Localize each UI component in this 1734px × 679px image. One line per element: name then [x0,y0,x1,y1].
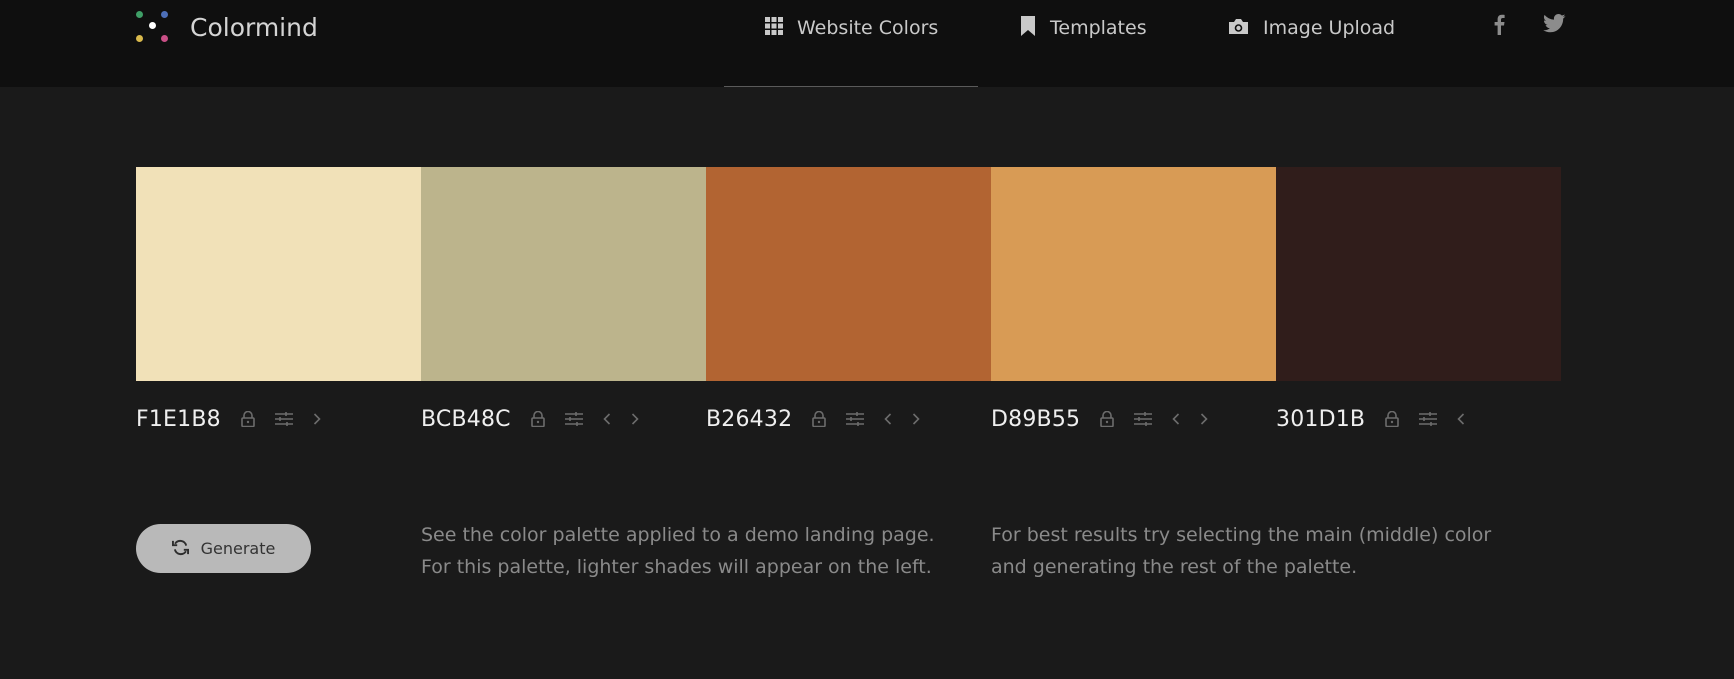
swatch-4[interactable] [991,167,1276,381]
palette-cell-1: F1E1B8 [136,402,421,436]
chevron-right-icon[interactable] [912,413,920,425]
adjust-sliders-icon[interactable] [1419,412,1438,426]
tip-note-line-2: and generating the rest of the palette. [991,556,1358,578]
palette-cell-4: D89B55 [991,402,1276,436]
chevron-right-icon[interactable] [313,413,321,425]
lock-icon[interactable] [1385,411,1400,427]
chevron-left-icon[interactable] [1172,413,1180,425]
chevron-left-icon[interactable] [1457,413,1465,425]
camera-icon [1228,18,1249,39]
demo-note-line-2: For this palette, lighter shades will ap… [421,556,932,578]
nav-templates-label: Templates [1050,17,1147,39]
tip-note-line-1: For best results try selecting the main … [991,524,1492,546]
chevron-left-icon[interactable] [884,413,892,425]
chevron-right-icon[interactable] [1200,413,1208,425]
generate-button[interactable]: Generate [136,524,311,573]
grid-icon [765,17,783,39]
twitter-link[interactable] [1543,14,1566,36]
app-name: Colormind [190,12,318,42]
nav-website-colors-label: Website Colors [797,17,939,39]
swatch-2[interactable] [421,167,706,381]
palette-cell-2: BCB48C [421,402,706,436]
nav-image-upload[interactable]: Image Upload [1228,0,1395,56]
twitter-icon [1543,14,1566,33]
swatch-5[interactable] [1276,167,1561,381]
active-nav-underline [724,86,978,87]
logo[interactable]: Colormind [134,8,318,46]
palette-swatches [136,167,1561,381]
tip-note: For best results try selecting the main … [991,519,1491,583]
palette-cell-5: 301D1B [1276,402,1561,436]
generate-button-label: Generate [200,539,276,558]
chevron-right-icon[interactable] [631,413,639,425]
adjust-sliders-icon[interactable] [846,412,865,426]
hex-value[interactable]: D89B55 [991,407,1080,432]
lock-icon[interactable] [1100,411,1115,427]
hex-value[interactable]: 301D1B [1276,407,1365,432]
adjust-sliders-icon[interactable] [564,412,583,426]
bookmark-icon [1020,16,1036,40]
demo-note-line-1: See the color palette applied to a demo … [421,524,935,546]
lock-icon[interactable] [812,411,827,427]
refresh-icon [171,539,189,559]
hex-value[interactable]: B26432 [706,407,792,432]
hex-value[interactable]: BCB48C [421,407,511,432]
nav-website-colors[interactable]: Website Colors [765,0,938,56]
demo-note: See the color palette applied to a demo … [421,519,935,583]
adjust-sliders-icon[interactable] [274,412,293,426]
colormind-logo-icon [134,8,172,46]
hex-value[interactable]: F1E1B8 [136,407,221,432]
palette-controls: F1E1B8 BCB48C B26432 D89B55 301D1B [136,402,1561,436]
nav-image-upload-label: Image Upload [1263,17,1396,39]
adjust-sliders-icon[interactable] [1134,412,1153,426]
palette-cell-3: B26432 [706,402,991,436]
facebook-icon [1494,14,1505,35]
lock-icon[interactable] [241,411,255,427]
lock-icon[interactable] [530,411,545,427]
swatch-1[interactable] [136,167,421,381]
nav-templates[interactable]: Templates [1020,0,1147,56]
top-navigation-bar: Colormind Website Colors Templates Image… [0,0,1734,87]
facebook-link[interactable] [1493,14,1505,38]
chevron-left-icon[interactable] [603,413,611,425]
swatch-3[interactable] [706,167,991,381]
